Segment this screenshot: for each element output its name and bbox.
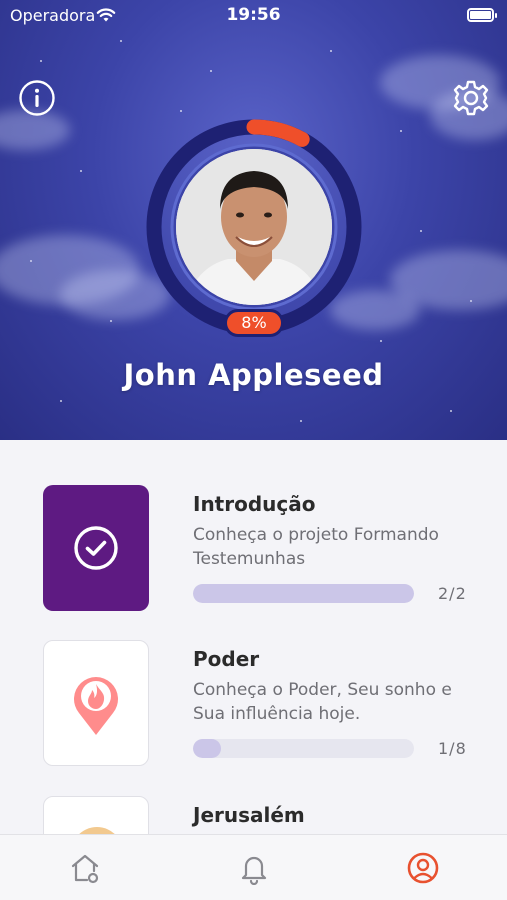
course-progress-bar [193, 739, 414, 758]
course-card-introducao[interactable]: Introdução Conheça o projeto Formando Te… [0, 485, 507, 625]
battery-icon [467, 8, 497, 22]
bell-icon[interactable] [237, 851, 271, 885]
info-icon[interactable] [18, 79, 56, 117]
course-title: Jerusalém [193, 803, 305, 827]
clock: 19:56 [226, 5, 281, 25]
course-thumbnail [43, 796, 149, 834]
course-progress-bar [193, 584, 414, 603]
course-title: Introdução [193, 492, 316, 516]
check-circle-icon [74, 526, 118, 570]
course-list: Introdução Conheça o projeto Formando Te… [0, 440, 507, 834]
course-title: Poder [193, 647, 260, 671]
home-icon[interactable] [68, 851, 102, 885]
course-description: Conheça o projeto Formando Testemunhas [193, 525, 439, 569]
progress-percent-badge: 8% [224, 309, 284, 337]
course-progress-count: 1/8 [438, 739, 467, 758]
profile-icon[interactable] [406, 851, 440, 885]
profile-header: Operadora 19:56 8% John Appleseed [0, 0, 507, 440]
course-thumbnail [43, 640, 149, 766]
fire-pin-icon [74, 677, 118, 735]
course-progress-fill [193, 584, 414, 603]
course-card-jerusalem[interactable]: Jerusalém [0, 796, 507, 834]
course-description: Conheça o Poder, Seu sonho e Sua influên… [193, 680, 452, 724]
user-name: John Appleseed [123, 358, 384, 392]
gear-icon[interactable] [451, 78, 491, 118]
progress-ring-fill [246, 119, 310, 147]
avatar [176, 149, 332, 305]
course-thumbnail [43, 485, 149, 611]
course-progress-fill [193, 739, 221, 758]
tab-bar [0, 834, 507, 900]
course-progress-count: 2/2 [438, 584, 467, 603]
course-card-poder[interactable]: Poder Conheça o Poder, Seu sonho e Sua i… [0, 640, 507, 780]
course-thumbnail-icon [79, 827, 115, 834]
status-bar: Operadora 19:56 [0, 0, 507, 32]
